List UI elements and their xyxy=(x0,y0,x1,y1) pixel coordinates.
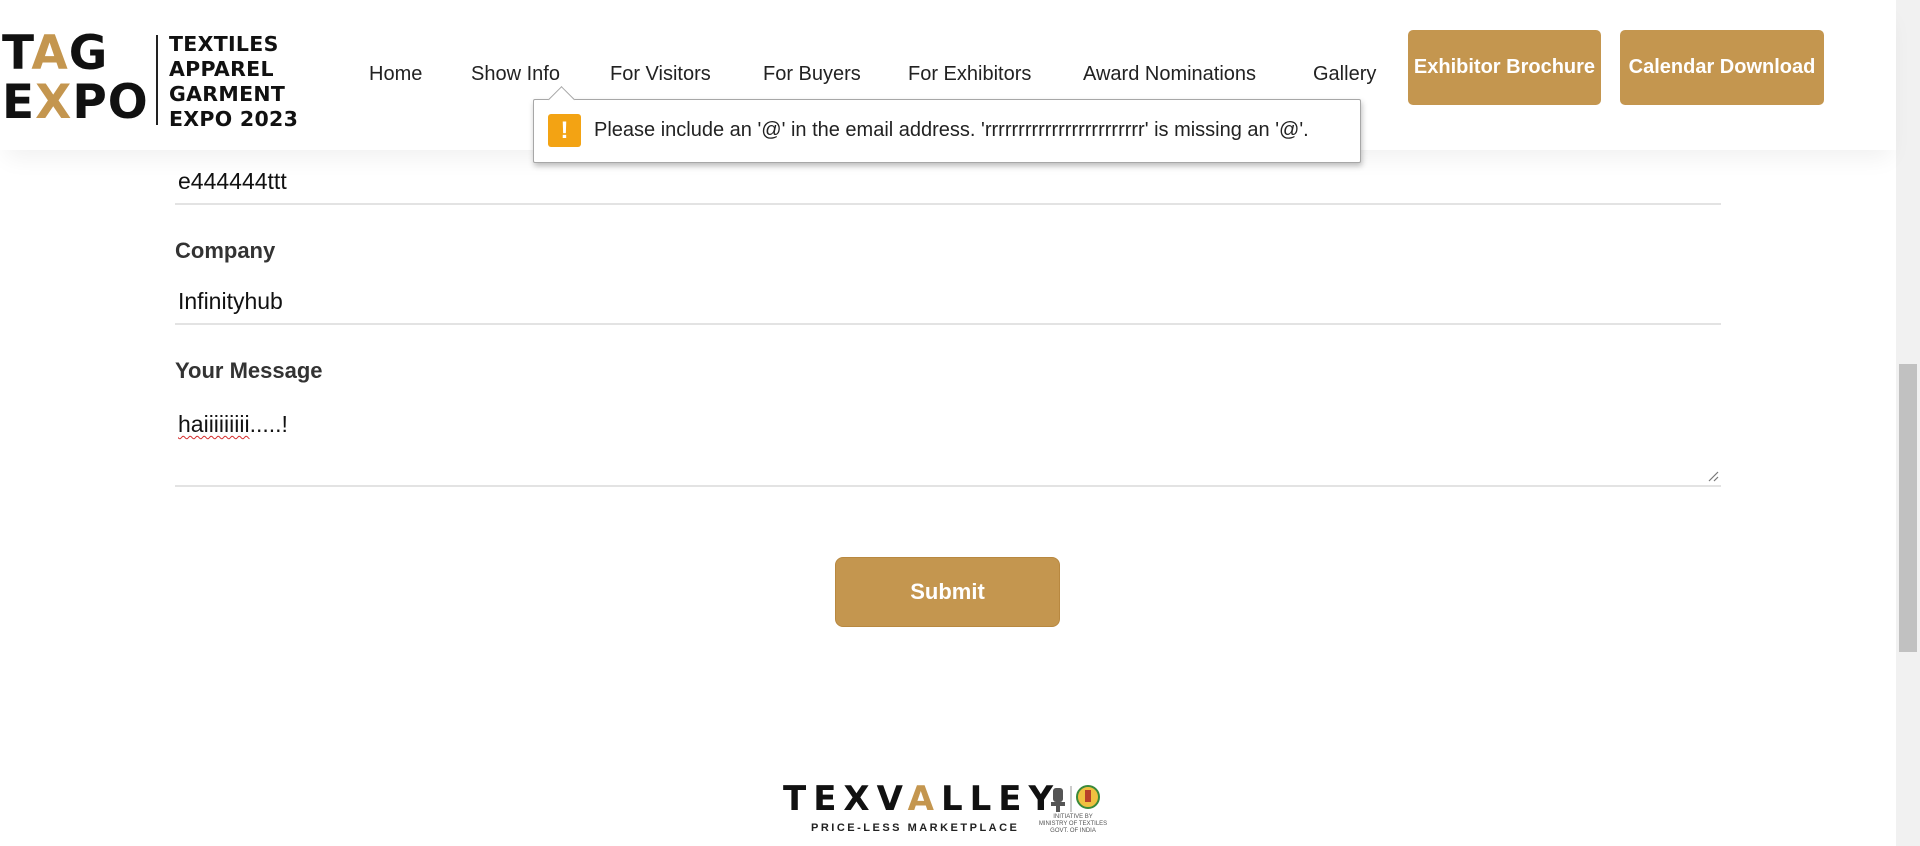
submit-button[interactable]: Submit xyxy=(835,557,1060,627)
tag-expo-logo[interactable]: TAG EXPO xyxy=(0,26,148,128)
initiative-line: MINISTRY OF TEXTILES xyxy=(1038,821,1108,827)
nav-for-buyers[interactable]: For Buyers xyxy=(763,63,861,86)
texvalley-logo[interactable]: TEXVALLEY xyxy=(783,781,1060,817)
government-emblems xyxy=(1051,785,1100,812)
logo-word-tag: TAG xyxy=(2,26,109,81)
state-emblem-icon xyxy=(1076,785,1100,809)
message-label: Your Message xyxy=(175,358,323,383)
nav-home[interactable]: Home xyxy=(369,63,422,86)
initiative-line: INITIATIVE BY xyxy=(1053,814,1093,820)
company-label: Company xyxy=(175,238,276,263)
field-underline xyxy=(175,203,1721,205)
calendar-download-button[interactable]: Calendar Download xyxy=(1620,30,1824,105)
texvalley-logo-accent: A xyxy=(907,779,941,819)
initiative-line: GOVT. OF INDIA xyxy=(1050,828,1096,834)
email-validation-tooltip: ! Please include an '@' in the email add… xyxy=(533,86,1361,163)
logo-word-expo: EXPO xyxy=(2,75,149,130)
logo-divider xyxy=(156,35,158,125)
initiative-text: INITIATIVE BY MINISTRY OF TEXTILES GOVT.… xyxy=(1036,814,1110,835)
national-emblem-icon xyxy=(1051,788,1065,812)
nav-for-exhibitors[interactable]: For Exhibitors xyxy=(908,63,1031,86)
scrollbar-thumb[interactable] xyxy=(1899,364,1917,652)
nav-award-nominations[interactable]: Award Nominations xyxy=(1083,63,1256,86)
nav-for-visitors[interactable]: For Visitors xyxy=(610,63,711,86)
nav-gallery[interactable]: Gallery xyxy=(1313,63,1376,86)
texvalley-logo-part: TEXV xyxy=(783,779,908,819)
company-underline xyxy=(175,323,1721,325)
company-input[interactable]: Infinityhub xyxy=(178,288,283,315)
spellcheck-word: haiiiiiiiii xyxy=(178,411,250,437)
exhibitor-brochure-button[interactable]: Exhibitor Brochure xyxy=(1408,30,1601,105)
message-text-rest: .....! xyxy=(249,411,288,437)
logo-text-line: GARMENT xyxy=(169,82,286,106)
tooltip-message: Please include an '@' in the email addre… xyxy=(594,119,1309,141)
texvalley-tagline: PRICE-LESS MARKETPLACE xyxy=(811,822,1020,834)
logo-text-line: EXPO 2023 xyxy=(169,107,299,131)
warning-icon: ! xyxy=(548,114,581,147)
logo-text-line: APPAREL xyxy=(169,57,274,81)
message-textarea[interactable]: haiiiiiiiii.....! xyxy=(178,411,288,438)
logo-text-line: TEXTILES xyxy=(169,32,279,56)
logo-tagline: TEXTILES APPAREL GARMENT EXPO 2023 xyxy=(169,32,319,132)
partial-field-value[interactable]: e444444ttt xyxy=(178,168,287,195)
texvalley-logo-part: LLEY xyxy=(940,779,1061,819)
nav-show-info[interactable]: Show Info xyxy=(471,63,560,86)
message-underline xyxy=(175,485,1721,487)
resize-grip-icon[interactable] xyxy=(1707,470,1719,482)
